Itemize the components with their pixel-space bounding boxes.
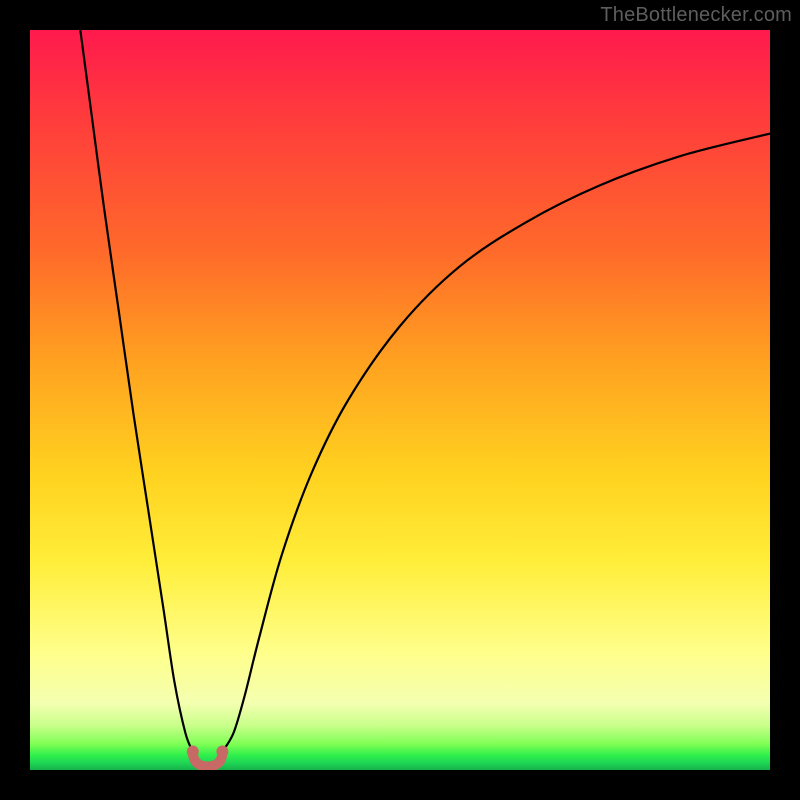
- curve-left-branch: [80, 30, 192, 752]
- watermark-text: TheBottlenecker.com: [600, 4, 792, 27]
- curve-right-branch: [222, 134, 770, 752]
- chart-frame: TheBottlenecker.com: [0, 0, 800, 800]
- chart-plot-area: [30, 30, 770, 770]
- dip-end-right: [216, 746, 228, 758]
- dip-end-left: [187, 746, 199, 758]
- bottleneck-curve: [30, 30, 770, 770]
